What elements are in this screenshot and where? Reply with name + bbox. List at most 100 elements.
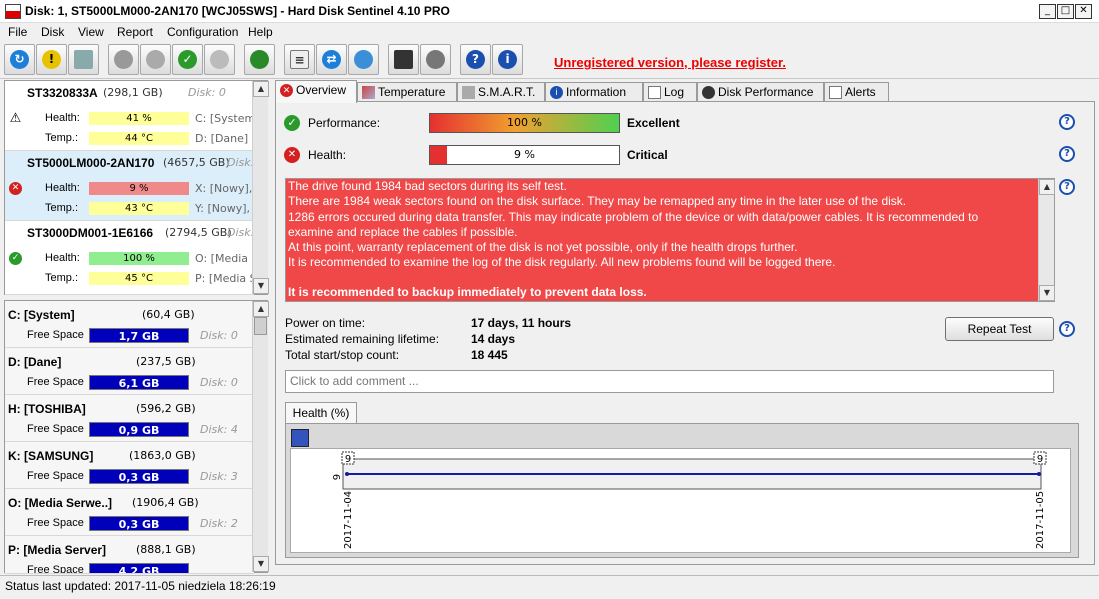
x-tick-label: 2017-11-05	[1035, 491, 1046, 549]
test-button-2[interactable]	[140, 44, 171, 75]
scroll-down-icon[interactable]: ▼	[253, 556, 269, 572]
tab-temperature[interactable]: Temperature	[357, 82, 457, 102]
volume-name: P: [Media Server]	[8, 543, 107, 557]
web-button[interactable]	[348, 44, 379, 75]
volume-capacity: (60,4 GB)	[142, 308, 195, 321]
tab-health-chart[interactable]: Health (%)	[285, 402, 357, 424]
speaker-icon	[426, 50, 445, 69]
warning-icon: ⚠	[9, 111, 22, 126]
report-button[interactable]: ≡	[284, 44, 315, 75]
menu-configuration[interactable]: Configuration	[167, 25, 238, 39]
maximize-button[interactable]: □	[1057, 4, 1074, 19]
menu-file[interactable]: File	[8, 25, 27, 39]
status-bar: Status last updated: 2017-11-05 niedziel…	[0, 575, 1099, 599]
message-line: The drive found 1984 bad sectors during …	[288, 179, 567, 193]
critical-icon: ✕	[284, 147, 300, 163]
menu-help[interactable]: Help	[248, 25, 273, 39]
tab-disk-performance[interactable]: Disk Performance	[697, 82, 824, 102]
help-icon[interactable]: ?	[1059, 146, 1075, 162]
scroll-down-icon[interactable]: ▼	[1039, 285, 1055, 301]
volume-item[interactable]: H: [TOSHIBA] (596,2 GB) Free Space 0,9 G…	[5, 395, 254, 442]
disk-item[interactable]: ST3000DM001-1E6166 (2794,5 GB) Disk: ✓ H…	[5, 221, 257, 295]
menu-disk[interactable]: Disk	[41, 25, 64, 39]
help-icon[interactable]: ?	[1059, 321, 1075, 337]
ok-icon: ✓	[284, 115, 300, 131]
repeat-test-button[interactable]: Repeat Test	[945, 317, 1054, 341]
free-space-label: Free Space	[27, 470, 84, 482]
refresh-button[interactable]: ↻	[4, 44, 35, 75]
tab-label: Log	[664, 85, 685, 99]
status-text: Status last updated: 2017-11-05 niedziel…	[5, 579, 276, 593]
test-button[interactable]	[108, 44, 139, 75]
disk-item[interactable]: ST3320833A (298,1 GB) Disk: 0 ⚠ Health: …	[5, 81, 255, 151]
scroll-up-icon[interactable]: ▲	[253, 81, 269, 97]
scroll-up-icon[interactable]: ▲	[1039, 179, 1055, 195]
minimize-button[interactable]: _	[1039, 4, 1056, 19]
volume-disk: Disk: 2	[200, 517, 238, 530]
disk-item-selected[interactable]: ST5000LM000-2AN170 (4657,5 GB) Disk: ✕ H…	[5, 151, 254, 221]
disk-model: ST3000DM001-1E6166	[27, 226, 154, 240]
tools-button[interactable]	[204, 44, 235, 75]
drive-letter: X: [Nowy],	[195, 182, 253, 195]
network-button[interactable]	[244, 44, 275, 75]
message-scrollbar[interactable]: ▲ ▼	[1038, 179, 1055, 301]
backup-warning: It is recommended to backup immediately …	[288, 284, 647, 299]
volume-name: O: [Media Serwe..]	[8, 496, 113, 510]
comment-input[interactable]: Click to add comment ...	[285, 370, 1054, 393]
scroll-up-icon[interactable]: ▲	[253, 301, 269, 317]
drive-icon	[74, 50, 93, 69]
volume-item[interactable]: D: [Dane] (237,5 GB) Free Space 6,1 GB D…	[5, 348, 254, 395]
message-line: It is recommended to examine the log of …	[288, 255, 836, 270]
sound-button[interactable]	[420, 44, 451, 75]
volume-capacity: (1906,4 GB)	[132, 496, 199, 509]
app-icon	[5, 4, 21, 19]
start-stop-label: Total start/stop count:	[285, 348, 400, 362]
data-label: 9	[1037, 454, 1043, 465]
scroll-thumb[interactable]	[254, 317, 267, 335]
disk-number: Disk: 0	[188, 86, 226, 99]
volume-item[interactable]: O: [Media Serwe..] (1906,4 GB) Free Spac…	[5, 489, 254, 536]
unregistered-link[interactable]: Unregistered version, please register.	[554, 55, 786, 70]
volume-item[interactable]: K: [SAMSUNG] (1863,0 GB) Free Space 0,3 …	[5, 442, 254, 489]
menu-bar: File Disk View Report Configuration Help	[0, 23, 1099, 41]
scroll-down-icon[interactable]: ▼	[253, 278, 269, 294]
alert-button[interactable]: !	[36, 44, 67, 75]
drive-button[interactable]	[68, 44, 99, 75]
temp-label: Temp.:	[45, 202, 79, 214]
info-button[interactable]: i	[492, 44, 523, 75]
problem-messages: The drive found 1984 bad sectors during …	[285, 178, 1055, 302]
disk-list-scrollbar[interactable]: ▲ ▼	[252, 81, 269, 294]
performance-value: 100 %	[507, 116, 542, 129]
health-bar: 100 %	[89, 252, 189, 265]
drive-letter: O: [Media	[195, 252, 248, 265]
help-button[interactable]: ?	[460, 44, 491, 75]
thermometer-icon	[362, 86, 375, 99]
test-ok-button[interactable]: ✓	[172, 44, 203, 75]
save-icon[interactable]	[291, 429, 309, 447]
critical-icon: ✕	[280, 84, 293, 97]
tab-log[interactable]: Log	[643, 82, 697, 102]
tab-information[interactable]: i Information	[545, 82, 643, 102]
close-button[interactable]: ✕	[1075, 4, 1092, 19]
help-icon[interactable]: ?	[1059, 114, 1075, 130]
volume-list-scrollbar[interactable]: ▲ ▼	[252, 301, 269, 572]
disk-capacity: (298,1 GB)	[103, 86, 163, 99]
health-bar: 41 %	[89, 112, 189, 125]
temp-bar: 45 °C	[89, 272, 189, 285]
volume-capacity: (596,2 GB)	[136, 402, 196, 415]
start-stop-value: 18 445	[471, 348, 508, 362]
monitor-button[interactable]	[388, 44, 419, 75]
tab-smart[interactable]: S.M.A.R.T.	[457, 82, 545, 102]
help-icon[interactable]: ?	[1059, 179, 1075, 195]
volume-item[interactable]: P: [Media Server] (888,1 GB) Free Space …	[5, 536, 254, 574]
drive-letter: Y: [Nowy],	[195, 202, 251, 215]
volume-item[interactable]: C: [System] (60,4 GB) Free Space 1,7 GB …	[5, 301, 254, 348]
menu-report[interactable]: Report	[117, 25, 153, 39]
refresh-icon: ↻	[10, 50, 29, 69]
tab-alerts[interactable]: Alerts	[824, 82, 889, 102]
volume-disk: Disk: 0	[200, 376, 238, 389]
sync-button[interactable]: ⇄	[316, 44, 347, 75]
menu-view[interactable]: View	[78, 25, 104, 39]
tab-overview[interactable]: ✕ Overview	[275, 80, 357, 103]
sync-icon: ⇄	[322, 50, 341, 69]
